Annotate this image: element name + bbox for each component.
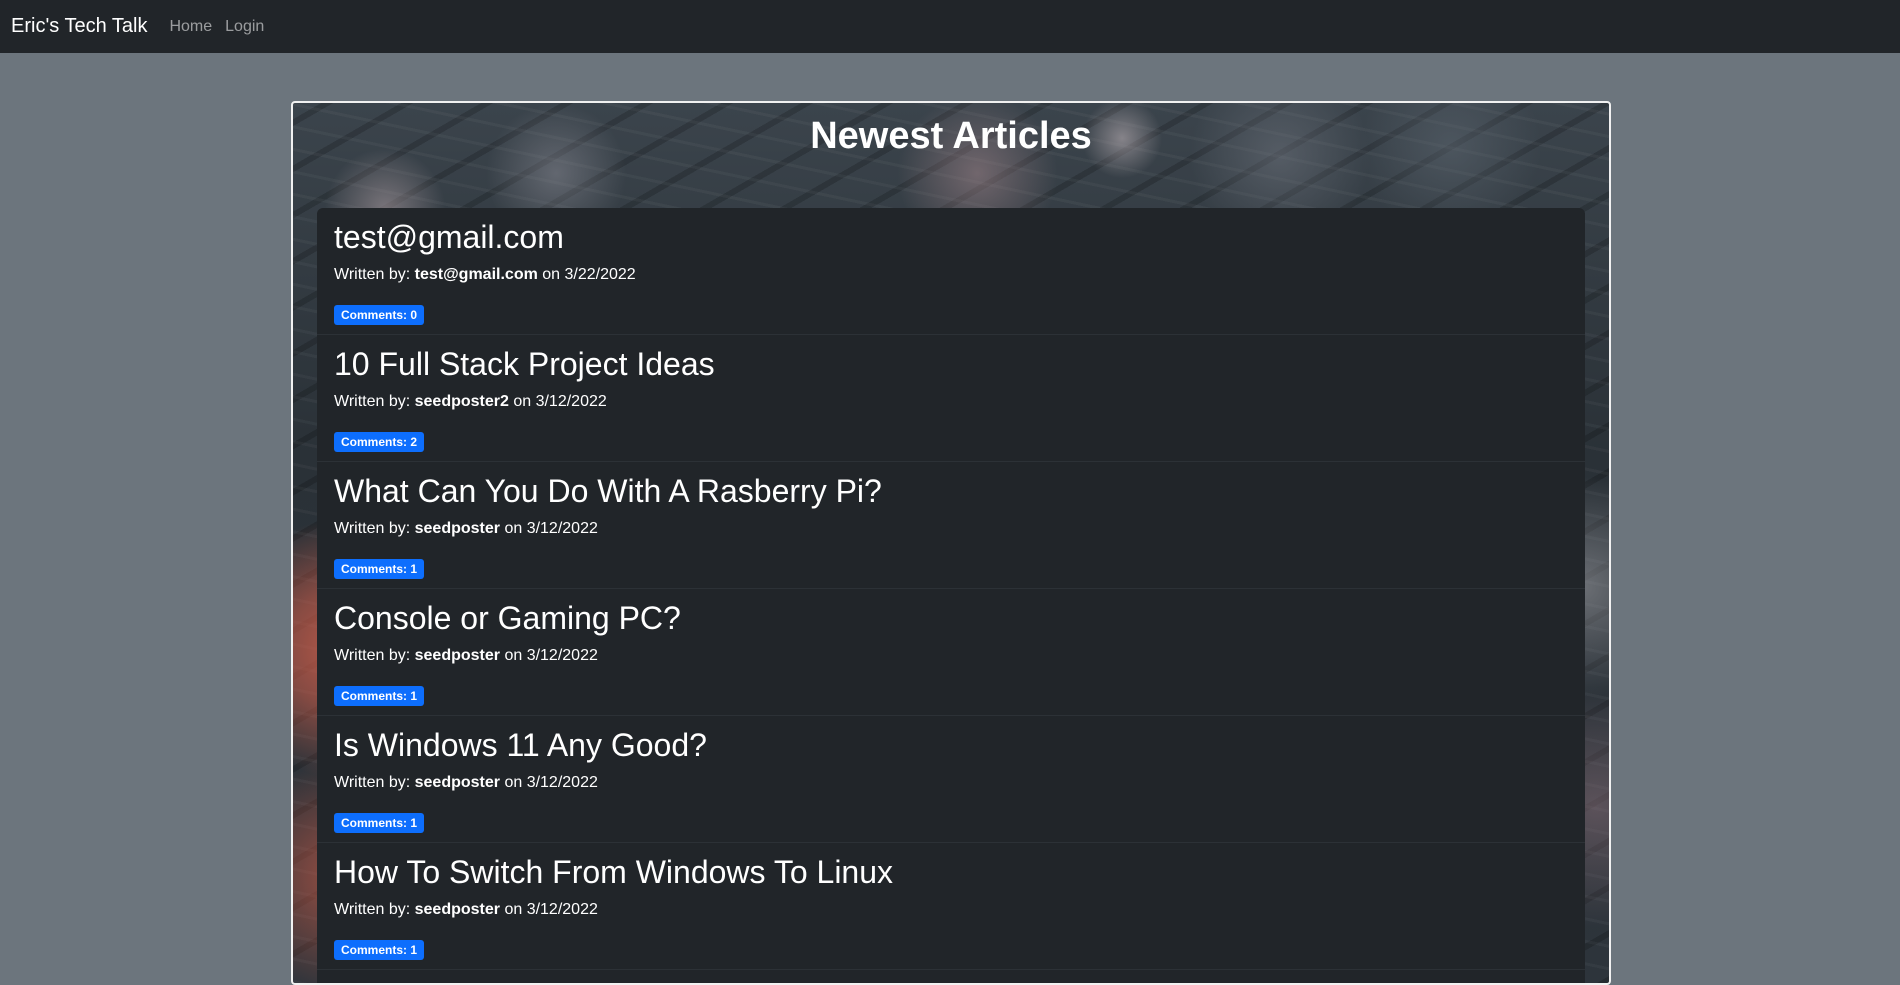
article-meta: Written by: seedposter on 3/12/2022 (334, 520, 598, 538)
nav-link-home[interactable]: Home (169, 18, 212, 36)
article-date: 3/12/2022 (526, 520, 598, 537)
on-label: on (508, 393, 536, 410)
article-author: test@gmail.com (414, 266, 538, 283)
article-title-link[interactable]: Is Windows 11 Any Good? (334, 727, 707, 764)
written-by-label: Written by: (334, 520, 415, 537)
on-label: on (500, 520, 527, 537)
article-date: 3/22/2022 (564, 266, 636, 283)
article-author: seedposter2 (414, 393, 509, 410)
article-card: How To Switch From Windows To Linux Writ… (317, 843, 1585, 970)
article-meta: Written by: seedposter on 3/12/2022 (334, 901, 598, 919)
article-title-link[interactable]: What Can You Do With A Rasberry Pi? (334, 473, 882, 510)
on-label: on (500, 647, 527, 664)
articles-board: Newest Articles test@gmail.com Written b… (291, 101, 1611, 985)
article-title-link[interactable]: test@gmail.com (334, 219, 564, 256)
article-author: seedposter (414, 901, 500, 918)
article-date: 3/12/2022 (526, 774, 598, 791)
article-card: 10 Full Stack Project Ideas Written by: … (317, 335, 1585, 462)
comments-badge[interactable]: Comments: 1 (334, 559, 425, 579)
article-author: seedposter (414, 774, 500, 791)
on-label: on (537, 266, 565, 283)
page-title: Newest Articles (810, 115, 1092, 157)
written-by-label: Written by: (334, 901, 415, 918)
article-title-link[interactable]: Console or Gaming PC? (334, 600, 681, 637)
comments-badge[interactable]: Comments: 2 (334, 432, 425, 452)
article-card: Console or Gaming PC? Written by: seedpo… (317, 589, 1585, 716)
article-list: test@gmail.com Written by: test@gmail.co… (317, 208, 1585, 983)
article-author: seedposter (414, 647, 500, 664)
written-by-label: Written by: (334, 393, 415, 410)
article-author: seedposter (414, 520, 500, 537)
article-title-link[interactable]: How To Switch From Windows To Linux (334, 854, 893, 891)
article-meta: Written by: seedposter on 3/12/2022 (334, 774, 598, 792)
article-date: 3/12/2022 (526, 647, 598, 664)
nav-link-login[interactable]: Login (225, 18, 264, 36)
comments-badge[interactable]: Comments: 1 (334, 686, 425, 706)
article-card: Is Windows 11 Any Good? Written by: seed… (317, 716, 1585, 843)
comments-badge[interactable]: Comments: 0 (334, 305, 425, 325)
article-card: test@gmail.com Written by: test@gmail.co… (317, 208, 1585, 335)
comments-badge[interactable]: Comments: 1 (334, 940, 425, 960)
top-navbar: Eric's Tech Talk Home Login (0, 0, 1900, 53)
article-meta: Written by: seedposter on 3/12/2022 (334, 647, 598, 665)
article-card: What Can You Do With A Rasberry Pi? Writ… (317, 462, 1585, 589)
brand-link[interactable]: Eric's Tech Talk (11, 15, 147, 38)
on-label: on (500, 901, 527, 918)
written-by-label: Written by: (334, 266, 415, 283)
article-date: 3/12/2022 (535, 393, 607, 410)
written-by-label: Written by: (334, 774, 415, 791)
article-date: 3/12/2022 (526, 901, 598, 918)
article-meta: Written by: seedposter2 on 3/12/2022 (334, 393, 607, 411)
written-by-label: Written by: (334, 647, 415, 664)
article-title-link[interactable]: 10 Full Stack Project Ideas (334, 346, 715, 383)
comments-badge[interactable]: Comments: 1 (334, 813, 425, 833)
article-meta: Written by: test@gmail.com on 3/22/2022 (334, 266, 636, 284)
on-label: on (500, 774, 527, 791)
